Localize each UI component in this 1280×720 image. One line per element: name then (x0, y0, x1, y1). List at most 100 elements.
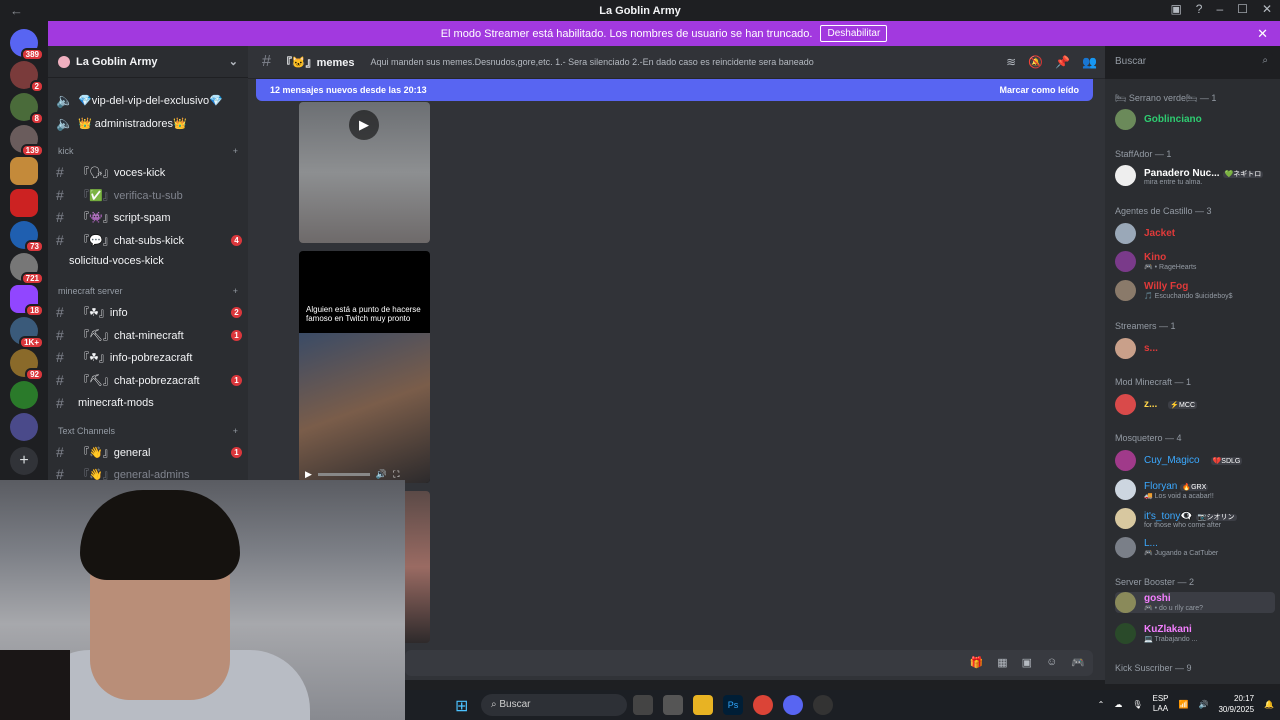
channel-vip[interactable]: 🔈 💎vip-del-vip-del-exclusivo💎 (56, 92, 242, 109)
play-icon[interactable]: ▶ (349, 110, 379, 140)
server-icon[interactable]: 721 (10, 253, 44, 285)
members-icon[interactable]: 👥 (1082, 55, 1097, 69)
gift-icon[interactable]: 🎁 (970, 656, 984, 669)
member-item[interactable]: Willy Fog 🎵 Escuchando $uicideboy$ (1115, 280, 1275, 301)
member-item[interactable]: L... 🎮 Jugando a CatTuber (1115, 537, 1275, 558)
channel-chat-subs-kick[interactable]: # 『💬』chat-subs-kick 4 (56, 232, 242, 248)
server-icon[interactable]: 1K+ (10, 317, 44, 349)
volume-icon[interactable]: 🔊 (376, 469, 387, 480)
channel-general[interactable]: # 『👋』general 1 (56, 444, 242, 460)
progress-bar[interactable] (317, 472, 370, 476)
banner-text: El modo Streamer está habilitado. Los no… (440, 27, 813, 40)
channel-minecraft-mods[interactable]: # minecraft-mods (56, 395, 242, 411)
notifications-icon[interactable]: 🔔 (1264, 700, 1274, 709)
message-input[interactable]: 🎁 ▦ ▣ ☺ 🎮 (405, 650, 1093, 676)
channel-label: 『👋』general-admins (78, 469, 190, 480)
gif-icon[interactable]: ▦ (997, 656, 1007, 669)
file-explorer-icon[interactable] (693, 695, 713, 715)
banner-close-icon[interactable]: ✕ (1257, 26, 1268, 42)
play-icon[interactable]: ▶ (305, 469, 312, 480)
twitch-server-icon[interactable]: 18 (10, 285, 44, 317)
search-input[interactable]: Buscar ⌕ (1110, 53, 1273, 72)
task-view-icon[interactable] (633, 695, 653, 715)
server-icon[interactable]: 8 (10, 93, 44, 125)
member-item[interactable]: goshi 🎮 • do u rlly care? (1115, 592, 1275, 613)
channel-verifica-tu-sub[interactable]: # 『✅』verifica-tu-sub (56, 187, 242, 203)
emoji-icon[interactable]: ☺ (1046, 656, 1057, 669)
video-attachment[interactable]: ▶ (299, 102, 430, 243)
server-header[interactable]: La Goblin Army ⌄ (48, 46, 248, 78)
close-button[interactable]: ✕ (1262, 2, 1272, 16)
photoshop-icon[interactable]: Ps (723, 695, 743, 715)
channel-chat-minecraft[interactable]: # 『⛏』chat-minecraft 1 (56, 327, 242, 343)
category-text-channels[interactable]: Text Channels + (58, 426, 238, 436)
tray-chevron-icon[interactable]: ⌃ (1098, 700, 1105, 709)
add-channel-icon[interactable]: + (233, 146, 238, 156)
member-item[interactable]: z... ⚡MCC (1115, 394, 1275, 415)
new-messages-bar[interactable]: 12 mensajes nuevos desde las 20:13 Marca… (256, 79, 1093, 101)
fullscreen-icon[interactable]: ⛶ (393, 469, 399, 480)
cloud-icon[interactable]: ☁ (1114, 700, 1122, 709)
mute-bell-icon[interactable]: 🔕 (1028, 55, 1043, 69)
server-icon[interactable] (10, 381, 38, 409)
language-indicator[interactable]: ESP LAA (1152, 694, 1168, 714)
chevron-down-icon[interactable]: ⌄ (229, 55, 238, 68)
taskbar-search[interactable]: ⌕ Buscar (481, 694, 627, 716)
server-icon[interactable] (10, 189, 38, 217)
disable-streamer-button[interactable]: Deshabilitar (820, 25, 888, 42)
channel-info[interactable]: # 『☘』info 2 (56, 304, 242, 320)
app-icon[interactable] (663, 695, 683, 715)
server-icon[interactable]: 73 (10, 221, 44, 253)
member-item[interactable]: Goblinciano (1115, 109, 1275, 130)
add-server-icon[interactable]: + (10, 447, 38, 475)
hash-icon: # (56, 187, 64, 203)
channel-script-spam[interactable]: # 『👾』script-spam (56, 209, 242, 225)
channel-solicitud-voces-kick[interactable]: solicitud-voces-kick (56, 255, 242, 267)
server-icon[interactable] (10, 413, 38, 441)
maximize-button[interactable]: ☐ (1237, 2, 1248, 16)
member-item[interactable]: Kino 🎮 • RageHearts (1115, 251, 1275, 272)
server-icon[interactable]: 139 (10, 125, 44, 157)
threads-icon[interactable]: ≋ (1006, 55, 1016, 69)
member-group-header: Streamers — 1 (1115, 321, 1176, 331)
category-minecraft-server[interactable]: minecraft server + (58, 286, 238, 296)
pin-icon[interactable]: 📌 (1055, 55, 1070, 69)
help-icon[interactable]: ? (1196, 2, 1203, 16)
channel-general-admins[interactable]: # 『👋』general-admins (56, 466, 242, 480)
add-channel-icon[interactable]: + (233, 286, 238, 296)
minimize-button[interactable]: – (1216, 2, 1223, 16)
mark-as-read-button[interactable]: Marcar como leído (999, 85, 1079, 95)
chrome-icon[interactable] (753, 695, 773, 715)
category-kick[interactable]: kick + (58, 146, 238, 156)
member-item[interactable]: Floryan 🔥GRX 🚚 Los void a acabar!! (1115, 478, 1275, 500)
discord-home-icon[interactable]: 389 (10, 29, 44, 61)
member-item[interactable]: KuZlakani 💻 Trabajando ... (1115, 623, 1275, 644)
avatar (1115, 338, 1136, 359)
wifi-icon[interactable]: 📶 (1179, 700, 1189, 709)
server-icon[interactable] (10, 157, 38, 185)
channel-chat-pobrezacraft[interactable]: # 『⛏』chat-pobrezacraft 1 (56, 372, 242, 388)
clock[interactable]: 20:17 30/9/2025 (1218, 693, 1254, 715)
channel-voces-kick[interactable]: # 『🗣』voces-kick (56, 164, 242, 180)
apps-icon[interactable]: 🎮 (1071, 656, 1085, 669)
video-attachment[interactable]: Alguien está a punto de hacerse famoso e… (299, 251, 430, 483)
server-icon[interactable]: 92 (10, 349, 44, 381)
channel-topic[interactable]: Aqui manden sus memes.Desnudos,gore,etc.… (371, 57, 814, 67)
member-item[interactable]: s... (1115, 338, 1275, 359)
obs-icon[interactable] (813, 695, 833, 715)
channel-info-pobrezacraft[interactable]: # 『☘』info-pobrezacraft (56, 349, 242, 365)
sticker-icon[interactable]: ▣ (1022, 656, 1032, 669)
member-item[interactable]: it's_tony👁‍🗨 📷シオリン for those who come afte… (1115, 508, 1275, 529)
member-item[interactable]: Jacket (1115, 223, 1275, 244)
member-item[interactable]: Cuy_Magico 💔SDLG (1115, 450, 1275, 471)
channel-administradores[interactable]: 🔈 👑 administradores👑 (56, 115, 242, 132)
mic-icon[interactable]: 🎙 (1132, 700, 1142, 709)
inbox-icon[interactable]: ▣ (1170, 2, 1181, 16)
volume-icon[interactable]: 🔊 (1198, 700, 1208, 709)
add-channel-icon[interactable]: + (233, 426, 238, 436)
windows-start-icon[interactable]: ⊞ (455, 696, 468, 716)
member-item[interactable]: Panadero Nuc... 💚ネギトロ mira entre tu alma. (1115, 165, 1275, 186)
image-attachment[interactable] (405, 491, 430, 643)
discord-icon[interactable] (783, 695, 803, 715)
server-icon[interactable]: 2 (10, 61, 44, 93)
